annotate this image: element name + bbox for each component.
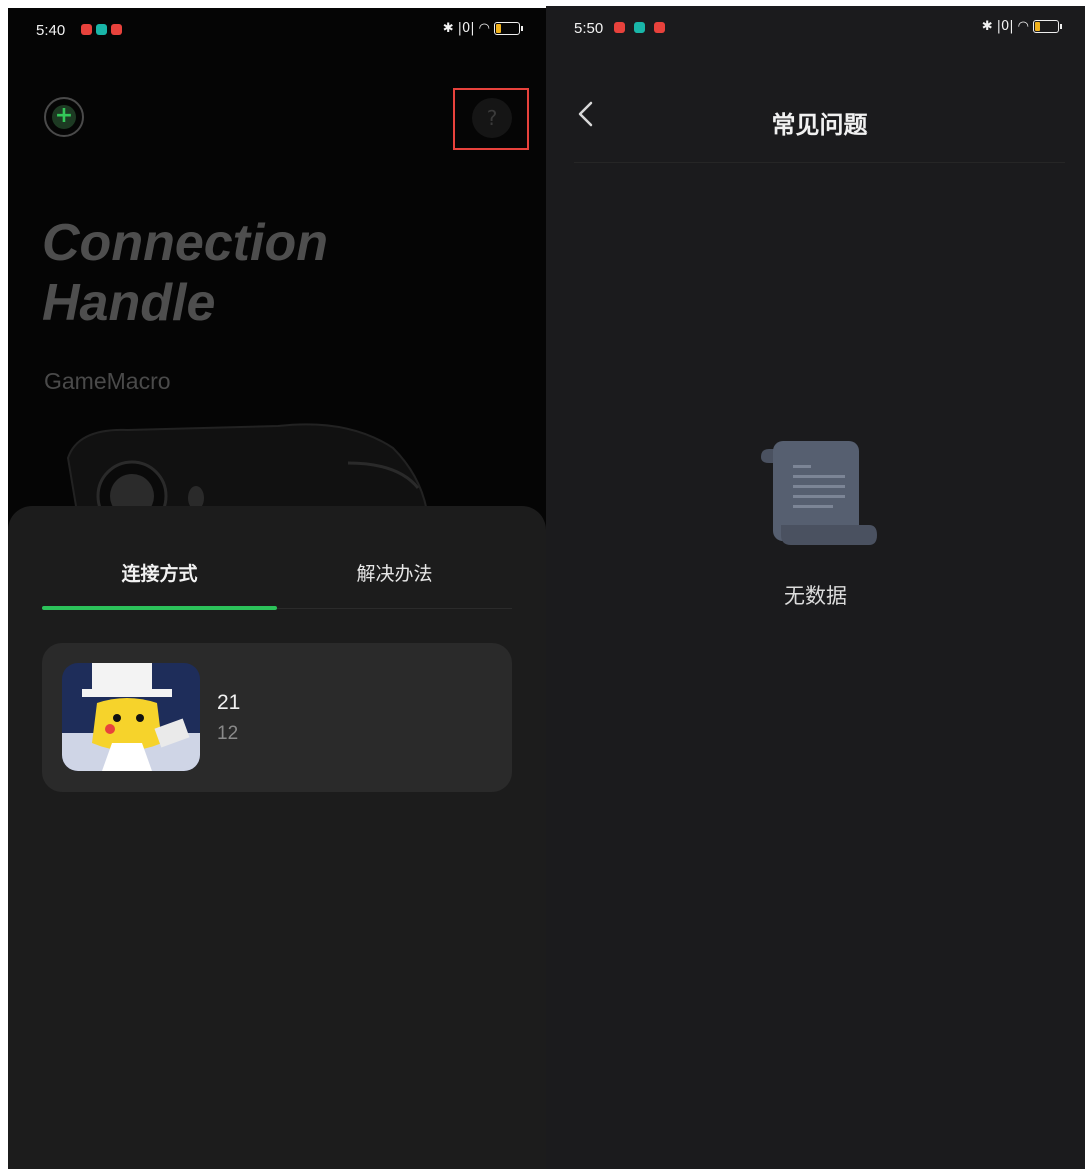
- battery-icon: [494, 22, 523, 35]
- vibrate-icon: |0|: [996, 19, 1014, 34]
- highlight-box: [453, 88, 529, 150]
- bluetooth-icon: ✱: [981, 19, 993, 34]
- status-time: 5:50: [574, 20, 604, 37]
- status-bar: 5:50 ✱ |0| ◠: [546, 6, 1085, 50]
- device-thumbnail: [62, 663, 200, 771]
- bluetooth-icon: ✱: [442, 21, 454, 36]
- wifi-icon: ◠: [478, 21, 490, 36]
- device-name: 21: [217, 691, 241, 714]
- hero-title: Connection Handle: [42, 213, 328, 333]
- connection-screen: 5:40 ✱ |0| ◠ + ? Connection Handle GameM…: [8, 8, 546, 1169]
- vibrate-icon: |0|: [457, 21, 475, 36]
- system-icons: ✱ |0| ◠: [981, 19, 1062, 34]
- notification-icon: [614, 22, 625, 33]
- empty-state-text: 无数据: [784, 584, 847, 608]
- notification-icon: [111, 24, 122, 35]
- tab-solutions[interactable]: 解决办法: [277, 556, 512, 608]
- nav-bar: 常见问题: [574, 82, 1065, 163]
- notification-icon: [96, 24, 107, 35]
- hero-title-line1: Connection: [42, 214, 328, 272]
- scroll-document-icon: [761, 441, 877, 545]
- battery-icon: [1033, 20, 1062, 33]
- page-title: 常见问题: [771, 111, 868, 139]
- gamepad-illustration: [66, 423, 430, 518]
- status-bar: 5:40 ✱ |0| ◠: [8, 8, 546, 52]
- tab-connection-method[interactable]: 连接方式: [42, 556, 277, 610]
- add-device-button[interactable]: +: [44, 97, 84, 137]
- notification-icon: [654, 22, 665, 33]
- bottom-sheet: 连接方式 解决办法 21 12: [8, 506, 546, 1169]
- faq-screen: 5:50 ✱ |0| ◠ 常见问题 无数据: [546, 6, 1085, 1169]
- system-icons: ✱ |0| ◠: [442, 21, 523, 36]
- status-time: 5:40: [36, 22, 66, 39]
- hero-title-line2: Handle: [42, 274, 216, 332]
- tab-bar: 连接方式 解决办法: [42, 556, 512, 610]
- hero-subtitle: GameMacro: [44, 368, 171, 394]
- notification-icon: [81, 24, 92, 35]
- wifi-icon: ◠: [1017, 19, 1029, 34]
- device-card[interactable]: 21 12: [42, 643, 512, 792]
- device-id: 12: [217, 723, 239, 744]
- plus-icon: +: [52, 105, 76, 129]
- notification-icon: [634, 22, 645, 33]
